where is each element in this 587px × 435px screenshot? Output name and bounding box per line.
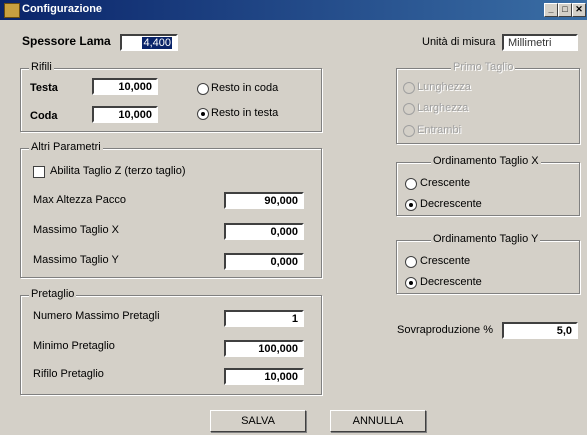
abilita-taglio-z-label: Abilita Taglio Z (terzo taglio) [50, 165, 186, 177]
ordinamento-x-decrescente-label: Decrescente [420, 198, 482, 210]
entrambi-radio[interactable] [403, 125, 415, 137]
ordinamento-x-title: Ordinamento Taglio X [431, 155, 541, 167]
sovraproduzione-label: Sovraproduzione % [397, 324, 494, 336]
coda-label: Coda [30, 110, 58, 122]
radio-selected-dot [409, 281, 413, 285]
resto-in-testa-label: Resto in testa [211, 107, 279, 119]
resto-in-testa-radio[interactable] [197, 108, 209, 120]
massimo-taglio-x-field[interactable]: 0,000 [224, 223, 304, 240]
coda-field[interactable]: 10,000 [92, 106, 158, 123]
larghezza-radio[interactable] [403, 103, 415, 115]
testa-label: Testa [30, 82, 58, 94]
ordinamento-x-crescente-radio[interactable] [405, 178, 417, 190]
unita-misura-label: Unità di misura [422, 36, 496, 48]
massimo-taglio-x-label: Massimo Taglio X [33, 224, 119, 236]
testa-field[interactable]: 10,000 [92, 78, 158, 95]
minimo-pretaglio-label: Minimo Pretaglio [33, 340, 115, 352]
ordinamento-y-crescente-label: Crescente [420, 255, 471, 267]
minimize-button[interactable]: _ [544, 3, 558, 17]
ordinamento-y-decrescente-label: Decrescente [420, 276, 482, 288]
spessore-lama-label: Spessore Lama [22, 34, 111, 48]
minimo-pretaglio-field[interactable]: 100,000 [224, 340, 304, 357]
title-bar: Configurazione _ □ ✕ [0, 0, 587, 20]
max-altezza-field[interactable]: 90,000 [224, 192, 304, 209]
entrambi-label: Entrambi [417, 124, 462, 136]
resto-in-coda-radio[interactable] [197, 83, 209, 95]
unita-misura-field[interactable]: Millimetri [502, 34, 578, 51]
primo-taglio-title: Primo Taglio [451, 61, 516, 73]
annulla-button[interactable]: ANNULLA [330, 410, 426, 432]
radio-selected-dot [409, 203, 413, 207]
massimo-taglio-y-label: Massimo Taglio Y [33, 254, 119, 266]
larghezza-label: Larghezza [417, 102, 469, 114]
config-window: Configurazione _ □ ✕ Spessore Lama 4,400… [0, 0, 587, 435]
rifili-group: Rifili [20, 61, 322, 132]
rifilo-pretaglio-label: Rifilo Pretaglio [33, 368, 104, 380]
max-altezza-label: Max Altezza Pacco [33, 194, 126, 206]
spessore-lama-value: 4,400 [142, 37, 172, 49]
salva-button[interactable]: SALVA [210, 410, 306, 432]
app-icon [4, 3, 20, 18]
ordinamento-y-decrescente-radio[interactable] [405, 277, 417, 289]
massimo-taglio-y-field[interactable]: 0,000 [224, 253, 304, 270]
numero-massimo-pretagli-field[interactable]: 1 [224, 310, 304, 327]
lunghezza-radio[interactable] [403, 82, 415, 94]
sovraproduzione-field[interactable]: 5,0 [502, 322, 578, 339]
pretaglio-title: Pretaglio [29, 288, 77, 300]
ordinamento-y-title: Ordinamento Taglio Y [431, 233, 541, 245]
window-title: Configurazione [22, 3, 103, 15]
ordinamento-x-decrescente-radio[interactable] [405, 199, 417, 211]
rifilo-pretaglio-field[interactable]: 10,000 [224, 368, 304, 385]
numero-massimo-pretagli-label: Numero Massimo Pretagli [33, 310, 160, 322]
rifili-title: Rifili [29, 61, 54, 73]
radio-selected-dot [201, 112, 205, 116]
resto-in-coda-label: Resto in coda [211, 82, 279, 94]
maximize-button[interactable]: □ [558, 3, 572, 17]
ordinamento-y-crescente-radio[interactable] [405, 256, 417, 268]
close-button[interactable]: ✕ [572, 3, 586, 17]
abilita-taglio-z-checkbox[interactable] [33, 166, 45, 178]
ordinamento-x-crescente-label: Crescente [420, 177, 471, 189]
spessore-lama-field[interactable]: 4,400 [120, 34, 178, 51]
altri-parametri-title: Altri Parametri [29, 141, 103, 153]
lunghezza-label: Lunghezza [417, 81, 471, 93]
